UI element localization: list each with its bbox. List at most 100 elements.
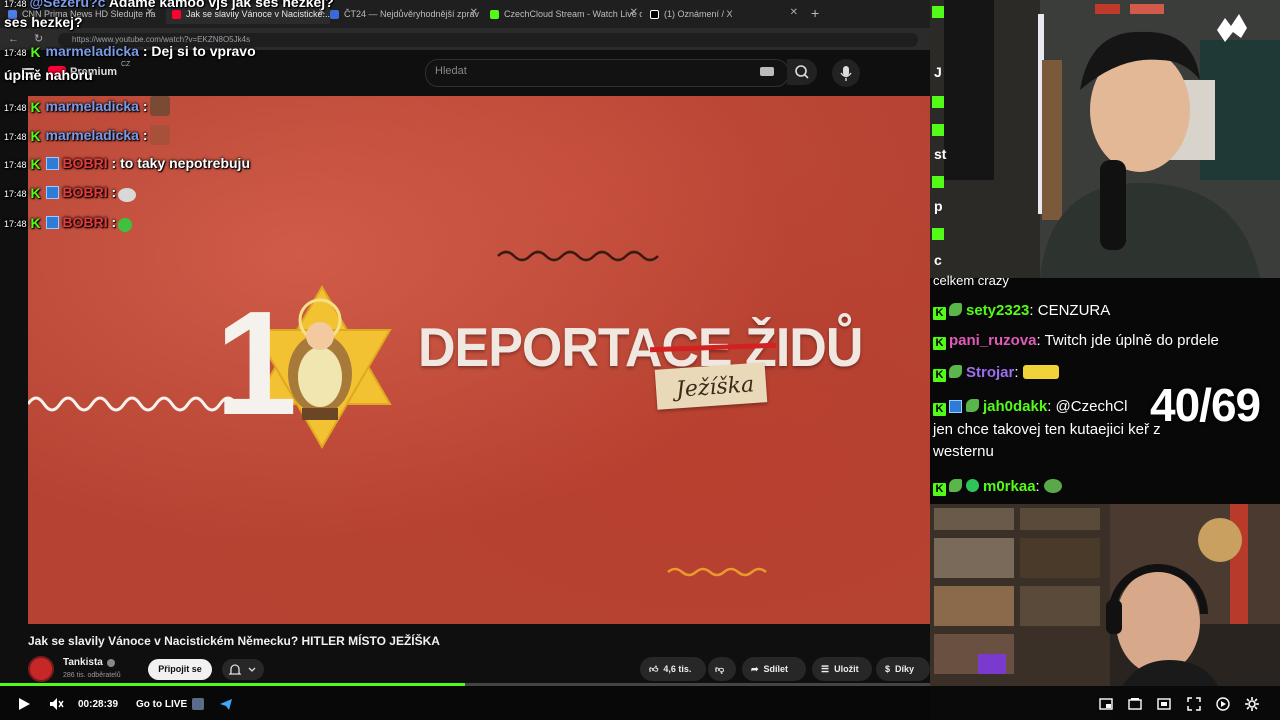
search-input[interactable] (425, 59, 789, 87)
kick-badge-icon: K (30, 44, 41, 60)
kick-badge-icon: K (933, 337, 946, 350)
chat-message: celkem crazy (933, 273, 1009, 288)
chat-message: 17:48 K BOBRI : to taky nepotrebuju (4, 155, 250, 172)
troll-emote-icon (118, 188, 137, 202)
kick-badge-icon: K (933, 307, 946, 320)
kick-badge-icon: K (30, 215, 41, 231)
chat-username[interactable]: marmeladicka (46, 43, 139, 59)
fullscreen-icon[interactable] (1186, 696, 1202, 712)
chat-edge-stubs: J st p c (932, 6, 946, 268)
thumbnail-number: 1 (215, 281, 298, 446)
chat-message: 17:48 Kmarmeladicka : Dej si to vpravo (4, 43, 256, 60)
mute-icon[interactable] (48, 696, 64, 712)
new-tab-button[interactable]: + (811, 5, 819, 21)
green-emote-icon (118, 218, 133, 232)
thumbs-down-icon: 👎︎ (715, 663, 725, 674)
subscriber-badge-icon (949, 400, 962, 413)
kick-badge-icon: K (30, 128, 41, 144)
settings-gear-icon[interactable] (1244, 696, 1260, 712)
microphone-icon (840, 66, 852, 81)
chat-username[interactable]: sety2323 (966, 302, 1029, 319)
chat-message: Ksety2323: CENZURA (933, 302, 1110, 320)
gift-badge-icon (949, 479, 962, 492)
subscriber-badge-icon (45, 157, 59, 170)
ct24-favicon-icon (330, 9, 339, 19)
playback-speed-icon[interactable] (1215, 696, 1231, 712)
share-button[interactable]: ➦ Sdílet (742, 657, 806, 681)
dislike-button[interactable]: 👎︎ (708, 657, 736, 681)
chat-username[interactable]: BOBRI (63, 155, 108, 171)
chat-message-wrap: úplně nahoru (4, 67, 93, 83)
verified-icon (107, 659, 115, 667)
gift-badge-icon (949, 365, 962, 378)
kick-favicon-icon (490, 9, 499, 19)
viewer-counter-overlay: 40/69 (1150, 379, 1261, 431)
chat-message-wrap: ses hezkej? (4, 14, 83, 30)
chat-message: 17:48 K BOBRI : (4, 184, 137, 202)
browser-tab-x[interactable]: (1) Oznámení / X ✕ (650, 4, 802, 24)
chat-message: 17:48 Kmarmeladicka : (4, 125, 170, 145)
chat-message: Kpani_ruzova: Twitch jde úplně do prdele (933, 332, 1219, 350)
chat-username[interactable]: marmeladicka (46, 127, 139, 143)
share-icon: ➦ (751, 663, 759, 674)
taskbar-telegram-icon[interactable] (218, 696, 234, 712)
gift-badge-icon (949, 303, 962, 316)
x-favicon-icon (650, 9, 659, 19)
picture-in-picture-icon[interactable] (1098, 696, 1114, 712)
chat-username[interactable]: @Sezeru?c (30, 0, 106, 10)
chat-username[interactable]: m0rkaa (983, 478, 1036, 495)
face-emote-icon (149, 125, 170, 145)
chat-message: 17:48 Kmarmeladicka : (4, 96, 170, 116)
gift-badge-icon (966, 399, 979, 412)
save-icon: ☰ (821, 663, 830, 674)
chat-username[interactable]: Strojar (966, 364, 1014, 381)
notification-bell-button[interactable] (222, 659, 264, 680)
browser-tab-czechcloud[interactable]: CzechCloud Stream - Watch Live o ✕ (490, 4, 642, 24)
close-tab-icon[interactable]: ✕ (470, 7, 478, 18)
search-button[interactable] (787, 59, 817, 85)
channel-name[interactable]: Tankista (63, 657, 103, 668)
chat-message-wrap: westernu (933, 443, 994, 460)
chat-username[interactable]: BOBRI (63, 184, 108, 200)
region-label: CZ (121, 61, 131, 68)
car-emote-icon (1022, 365, 1059, 379)
thumbs-up-icon: 👍︎ (649, 663, 659, 674)
chat-username[interactable]: pani_ruzova (949, 332, 1037, 349)
kick-badge-icon: K (933, 403, 946, 416)
playback-timecode: 00:28:39 (78, 699, 119, 710)
chat-message: 17:48 K BOBRI : (4, 214, 133, 232)
subscriber-count: 286 tis. odběratelů (63, 672, 121, 679)
go-to-live-button[interactable]: Go to LIVE (136, 699, 187, 710)
verified-badge-icon (966, 479, 979, 492)
chat-username[interactable]: marmeladicka (46, 98, 139, 114)
like-button[interactable]: 👍︎ 4,6 tis. (640, 657, 706, 681)
channel-logo-icon (1213, 12, 1251, 42)
kick-badge-icon: K (933, 483, 946, 496)
channel-avatar[interactable] (28, 656, 54, 682)
chat-username[interactable]: jah0dakk (983, 398, 1047, 415)
save-button[interactable]: ☰ Uložit (812, 657, 872, 681)
kick-badge-icon: K (30, 156, 41, 172)
join-button[interactable]: Připojit se (148, 659, 212, 680)
bell-icon (228, 664, 256, 675)
thanks-icon: $ (885, 664, 891, 674)
chat-message: Km0rkaa: (933, 478, 1062, 496)
play-icon[interactable] (16, 696, 32, 712)
close-tab-icon[interactable]: ✕ (790, 7, 798, 18)
theater-mode-icon[interactable] (1127, 696, 1143, 712)
close-tab-icon[interactable]: ✕ (630, 7, 638, 18)
thanks-button[interactable]: $ Díky (876, 657, 930, 681)
chat-username[interactable]: BOBRI (63, 214, 108, 230)
browser-tab-ct24[interactable]: ČT24 — Nejdůvěryhodnější zprav ✕ (330, 4, 482, 24)
kick-badge-icon: K (30, 99, 41, 115)
search-icon (795, 65, 809, 79)
taskbar-app-icon[interactable] (190, 696, 206, 712)
thumbnail-title: DEPORTACE ŽIDŮ (418, 317, 863, 379)
chat-message-wrap: jen chce takovej ten kutaejici keř z (933, 421, 1161, 438)
voice-search-button[interactable] (832, 59, 860, 87)
subscriber-badge-icon (45, 186, 59, 199)
keyboard-icon[interactable] (760, 67, 774, 76)
clip-icon[interactable] (1156, 696, 1172, 712)
face-emote-icon (149, 96, 170, 116)
video-title: Jak se slavily Vánoce v Nacistickém Něme… (28, 634, 440, 648)
